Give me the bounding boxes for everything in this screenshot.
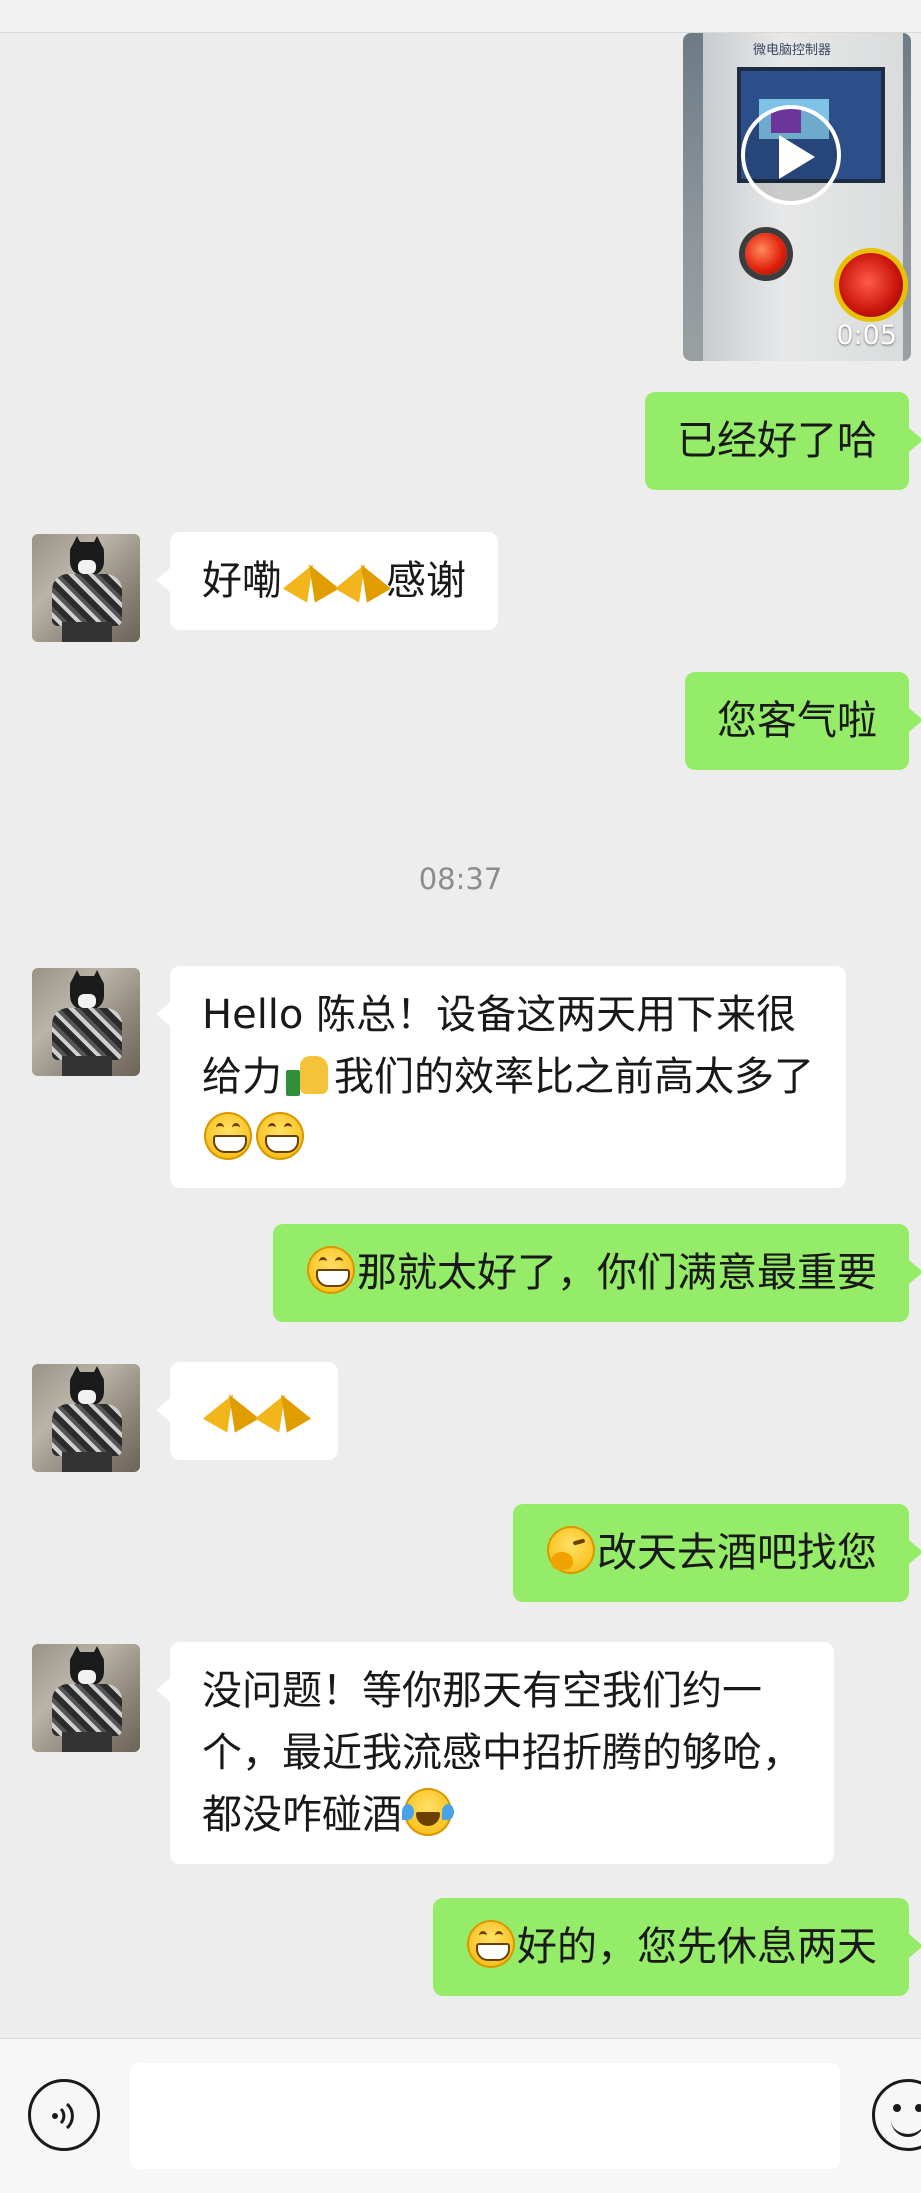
pray-icon bbox=[256, 1384, 304, 1432]
message-line: 没问题！等你那天有空我们约一 bbox=[202, 1668, 762, 1714]
pray-icon bbox=[204, 1384, 252, 1432]
message-text: 好嘞 bbox=[202, 558, 282, 604]
device-indicator-light bbox=[745, 233, 787, 275]
video-message[interactable]: 微电脑控制器 0:05 bbox=[683, 33, 911, 361]
chat-timestamp: 08:37 bbox=[418, 862, 503, 896]
message-text: 好的，您先休息两天 bbox=[517, 1924, 877, 1970]
message-line bbox=[202, 1108, 814, 1170]
avatar[interactable] bbox=[32, 968, 140, 1076]
message-bubble-other[interactable] bbox=[156, 1362, 338, 1460]
message-text: 已经好了哈 bbox=[677, 418, 877, 464]
message-bubble-other[interactable]: 没问题！等你那天有空我们约一 个，最近我流感中招折腾的够呛， 都没咋碰酒 bbox=[156, 1642, 834, 1864]
message-line: 都没咋碰酒 bbox=[202, 1784, 802, 1846]
message-text: 都没咋碰酒 bbox=[202, 1792, 402, 1838]
message-text: 我们的效率比之前高太多了 bbox=[334, 1054, 814, 1100]
avatar[interactable] bbox=[32, 1364, 140, 1472]
message-line: Hello 陈总！设备这两天用下来很 bbox=[202, 992, 797, 1038]
message-text: 给力 bbox=[202, 1054, 282, 1100]
grin-icon bbox=[467, 1920, 515, 1968]
video-caption: 微电脑控制器 bbox=[753, 43, 832, 58]
message-bubble-other[interactable]: 好嘞 感谢 bbox=[156, 532, 498, 630]
message-text: 那就太好了，你们满意最重要 bbox=[357, 1250, 877, 1296]
input-bar bbox=[0, 2038, 921, 2193]
message-bubble-self[interactable]: 已经好了哈 bbox=[645, 392, 921, 490]
top-divider bbox=[0, 0, 921, 33]
laughing-crying-icon bbox=[402, 1788, 452, 1836]
emoji-icon[interactable] bbox=[872, 2079, 921, 2151]
avatar[interactable] bbox=[32, 534, 140, 642]
face-with-hand-over-mouth-icon bbox=[547, 1526, 595, 1574]
avatar[interactable] bbox=[32, 1644, 140, 1752]
grin-icon bbox=[307, 1246, 355, 1294]
play-icon[interactable] bbox=[741, 105, 841, 205]
message-line: 个，最近我流感中招折腾的够呛， bbox=[202, 1730, 802, 1776]
device-stop-button bbox=[839, 253, 903, 317]
message-bubble-self[interactable]: 好的，您先休息两天 bbox=[433, 1898, 921, 1996]
message-line: 给力 我们的效率比之前高太多了 bbox=[202, 1046, 814, 1108]
message-text: 改天去酒吧找您 bbox=[597, 1530, 877, 1576]
grin-icon bbox=[204, 1112, 252, 1160]
message-bubble-self[interactable]: 改天去酒吧找您 bbox=[513, 1504, 921, 1602]
message-input[interactable] bbox=[130, 2063, 840, 2169]
thumbs-up-icon bbox=[284, 1050, 332, 1098]
message-text: 您客气啦 bbox=[717, 698, 877, 744]
message-bubble-other[interactable]: Hello 陈总！设备这两天用下来很 给力 我们的效率比之前高太多了 bbox=[156, 966, 846, 1188]
message-bubble-self[interactable]: 您客气啦 bbox=[685, 672, 921, 770]
video-duration: 0:05 bbox=[836, 320, 897, 351]
pray-icon bbox=[284, 554, 332, 602]
message-text: 感谢 bbox=[386, 558, 466, 604]
grin-icon bbox=[256, 1112, 304, 1160]
voice-icon[interactable] bbox=[28, 2079, 100, 2151]
pray-icon bbox=[336, 554, 384, 602]
message-bubble-self[interactable]: 那就太好了，你们满意最重要 bbox=[273, 1224, 921, 1322]
